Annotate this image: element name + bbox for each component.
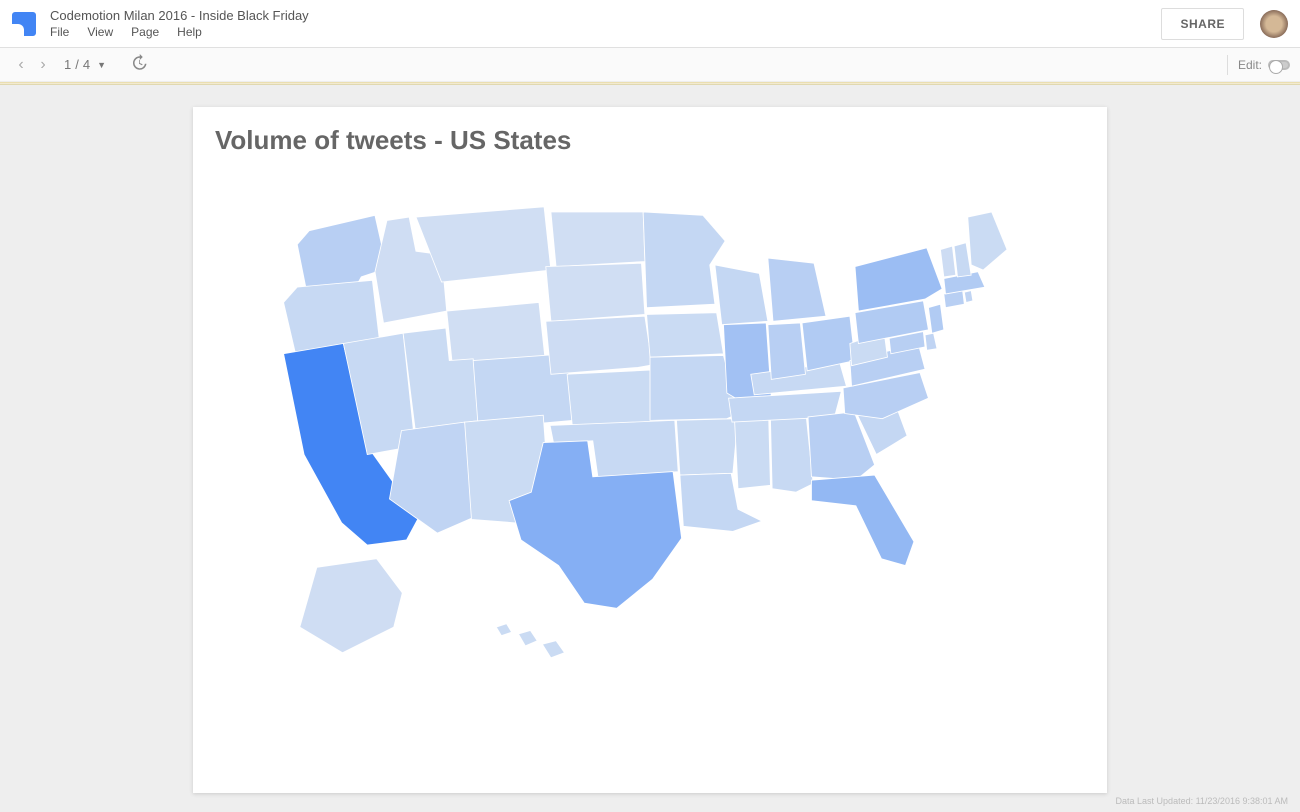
prev-page-button[interactable]: ‹ xyxy=(10,56,32,74)
history-icon[interactable] xyxy=(130,54,148,75)
toolbar: ‹ › 1 / 4 ▼ Edit: xyxy=(0,48,1300,82)
doc-info: Codemotion Milan 2016 - Inside Black Fri… xyxy=(50,8,1161,39)
menubar: File View Page Help xyxy=(50,25,1161,39)
page-sep: / xyxy=(75,57,79,72)
doc-title[interactable]: Codemotion Milan 2016 - Inside Black Fri… xyxy=(50,8,1161,23)
state-MS[interactable] xyxy=(735,418,771,488)
state-NJ[interactable] xyxy=(928,304,943,333)
state-SD[interactable] xyxy=(546,263,645,321)
chevron-down-icon: ▼ xyxy=(97,60,106,70)
state-WI[interactable] xyxy=(715,265,768,325)
divider xyxy=(1227,55,1228,75)
menu-view[interactable]: View xyxy=(87,25,113,39)
state-ME[interactable] xyxy=(968,212,1007,270)
next-page-button[interactable]: › xyxy=(32,56,54,74)
state-OH[interactable] xyxy=(802,316,855,371)
state-AL[interactable] xyxy=(770,417,813,492)
state-VT[interactable] xyxy=(940,246,955,277)
state-NH[interactable] xyxy=(954,242,971,276)
state-ND[interactable] xyxy=(551,212,645,267)
edit-label: Edit: xyxy=(1238,58,1262,72)
state-WA[interactable] xyxy=(297,215,387,292)
state-FL[interactable] xyxy=(811,475,914,566)
user-avatar[interactable] xyxy=(1260,10,1288,38)
menu-help[interactable]: Help xyxy=(177,25,202,39)
state-MI[interactable] xyxy=(768,258,826,321)
product-logo-icon[interactable] xyxy=(12,12,36,36)
edit-toggle[interactable] xyxy=(1268,60,1290,70)
page-selector[interactable]: 1 / 4 ▼ xyxy=(64,57,106,72)
menu-page[interactable]: Page xyxy=(131,25,159,39)
menu-file[interactable]: File xyxy=(50,25,69,39)
state-RI[interactable] xyxy=(964,290,973,302)
report-card: Volume of tweets - US States xyxy=(193,107,1107,793)
state-IN[interactable] xyxy=(768,323,806,379)
us-choropleth-map[interactable] xyxy=(215,156,1085,756)
state-DE[interactable] xyxy=(925,333,937,350)
canvas-area: Volume of tweets - US States xyxy=(0,85,1300,812)
state-AK[interactable] xyxy=(300,559,403,653)
total-pages: 4 xyxy=(83,57,90,72)
data-updated-label: Data Last Updated: 11/23/2016 9:38:01 AM xyxy=(1116,796,1288,806)
state-NY[interactable] xyxy=(855,248,942,311)
share-button[interactable]: SHARE xyxy=(1161,8,1244,40)
app-header: Codemotion Milan 2016 - Inside Black Fri… xyxy=(0,0,1300,48)
state-AR[interactable] xyxy=(676,418,738,474)
current-page: 1 xyxy=(64,57,71,72)
state-MN[interactable] xyxy=(643,212,725,308)
state-IA[interactable] xyxy=(647,313,724,357)
report-title: Volume of tweets - US States xyxy=(215,125,1085,156)
state-HI[interactable] xyxy=(496,623,564,657)
